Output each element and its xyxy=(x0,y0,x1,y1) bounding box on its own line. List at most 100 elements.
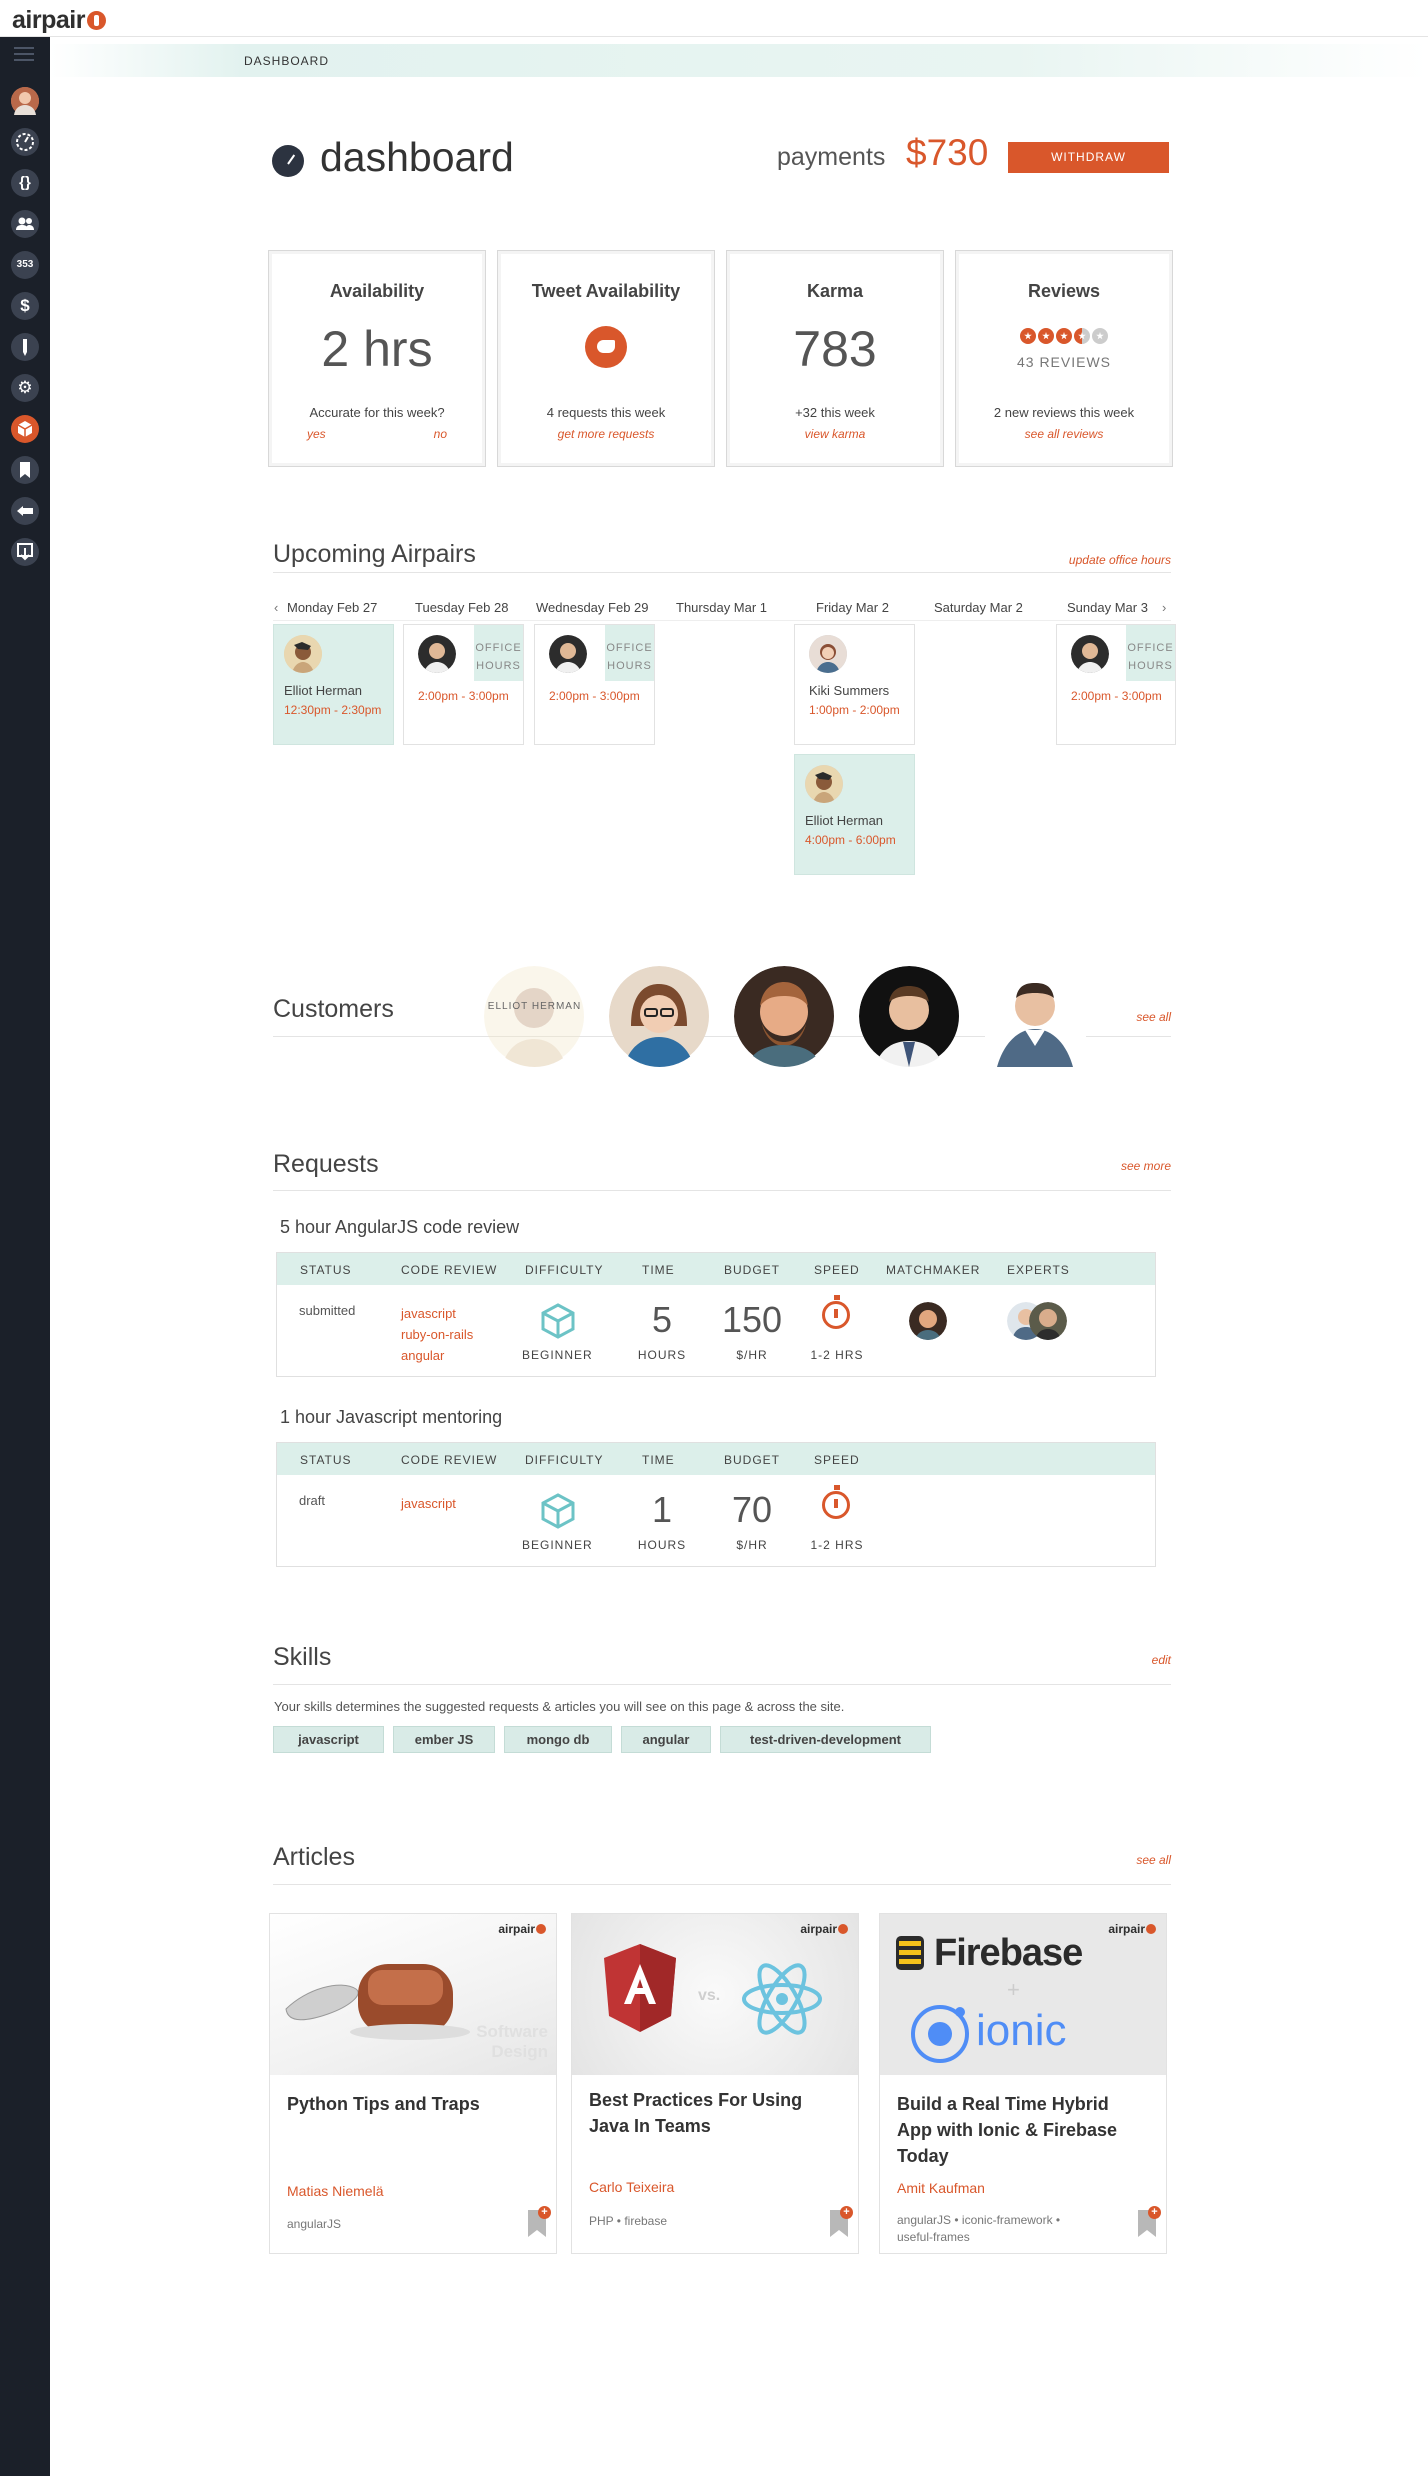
timer-icon xyxy=(822,1485,850,1519)
article-card[interactable]: Software Design airpair Python Tips and … xyxy=(269,1913,557,2254)
customer-avatar[interactable] xyxy=(734,966,835,1067)
badge-count[interactable]: 353 xyxy=(11,251,39,279)
dashboard-icon[interactable] xyxy=(11,128,39,156)
add-icon[interactable]: + xyxy=(538,2206,551,2219)
request-table[interactable]: STATUS CODE REVIEW DIFFICULTY TIME BUDGE… xyxy=(276,1442,1156,1567)
matchmaker-avatar[interactable] xyxy=(909,1302,947,1340)
airpair-slot[interactable]: Elliot Herman 12:30pm - 2:30pm xyxy=(273,624,394,745)
tag-link[interactable]: javascript xyxy=(401,1493,456,1514)
articles-see-all-link[interactable]: see all xyxy=(1100,1853,1171,1867)
chevron-right-icon[interactable]: › xyxy=(1162,600,1166,615)
card-title: Karma xyxy=(806,281,864,301)
menu-icon[interactable] xyxy=(14,47,34,61)
skill-tag[interactable]: mongo db xyxy=(504,1726,612,1753)
breadcrumb-bar: DASHBOARD xyxy=(50,44,1428,77)
twitter-icon[interactable] xyxy=(585,326,627,368)
day-label: Thursday Mar 1 xyxy=(676,600,768,615)
see-all-reviews-link[interactable]: see all reviews xyxy=(956,427,1172,441)
code-braces-icon[interactable]: {} xyxy=(11,169,39,197)
article-author[interactable]: Carlo Teixeira xyxy=(589,2179,674,2195)
table-row[interactable]: draft javascript BEGINNER 1 HOURS 70 $/H… xyxy=(277,1475,1155,1566)
tweet-availability-card: Tweet Availability 4 requests this week … xyxy=(497,250,715,467)
bookmark-icon[interactable] xyxy=(11,456,39,484)
back-icon[interactable] xyxy=(11,497,39,525)
card-subtitle: +32 this week xyxy=(795,405,875,420)
cube-icon[interactable] xyxy=(11,415,39,443)
skill-tag[interactable]: test-driven-development xyxy=(720,1726,931,1753)
card-title: Availability xyxy=(329,281,425,301)
article-title[interactable]: Python Tips and Traps xyxy=(287,2091,537,2117)
download-icon[interactable] xyxy=(11,538,39,566)
airpair-logo[interactable]: airpair xyxy=(12,6,106,35)
table-row[interactable]: submitted javascript ruby-on-rails angul… xyxy=(277,1285,1155,1376)
divider xyxy=(273,1884,1171,1885)
withdraw-button[interactable]: WITHDRAW xyxy=(1008,142,1169,173)
update-office-hours-link[interactable]: update office hours xyxy=(1030,553,1171,567)
column-header: CODE REVIEW xyxy=(401,1453,498,1467)
pen-icon[interactable] xyxy=(11,333,39,361)
column-header: TIME xyxy=(642,1263,675,1277)
airpair-slot[interactable]: Elliot Herman 4:00pm - 6:00pm xyxy=(794,754,915,875)
slot-time: 4:00pm - 6:00pm xyxy=(805,833,896,847)
karma-value: 783 xyxy=(793,321,877,377)
gear-icon[interactable]: ⚙ xyxy=(11,374,39,402)
airpair-slot[interactable]: Kiki Summers 1:00pm - 2:00pm xyxy=(794,624,915,745)
skill-tag[interactable]: ember JS xyxy=(393,1726,495,1753)
office-hours-slot[interactable]: OFFICE HOURS 2:00pm - 3:00pm xyxy=(1056,624,1176,745)
articles-title: Articles xyxy=(273,1843,355,1871)
timer-icon xyxy=(822,1295,850,1329)
request-tags: javascript ruby-on-rails angular xyxy=(401,1303,473,1366)
article-author[interactable]: Matias Niemelä xyxy=(287,2183,383,2199)
skill-tag[interactable]: angular xyxy=(621,1726,711,1753)
avatar[interactable] xyxy=(11,87,39,115)
view-karma-link[interactable]: view karma xyxy=(727,427,943,441)
no-link[interactable]: no xyxy=(434,427,447,441)
article-tags[interactable]: angularJS • iconic-framework • useful-fr… xyxy=(897,2212,1097,2246)
tag-link[interactable]: ruby-on-rails xyxy=(401,1324,473,1345)
airpair-logo: airpair xyxy=(800,1922,848,1936)
yes-link[interactable]: yes xyxy=(307,427,326,441)
article-title[interactable]: Best Practices For Using Java In Teams xyxy=(589,2087,839,2139)
customer-avatar[interactable] xyxy=(985,966,1086,1067)
office-hours-slot[interactable]: OFFICE HOURS 2:00pm - 3:00pm xyxy=(534,624,655,745)
request-title[interactable]: 5 hour AngularJS code review xyxy=(280,1217,519,1238)
divider xyxy=(273,1684,1171,1685)
article-card[interactable]: Firebase + ionic airpair Build a Real Ti… xyxy=(879,1913,1167,2254)
article-author[interactable]: Amit Kaufman xyxy=(897,2180,985,2196)
customers-title: Customers xyxy=(273,995,394,1023)
dollar-icon[interactable]: $ xyxy=(11,292,39,320)
column-header: DIFFICULTY xyxy=(525,1453,604,1467)
customers-see-all-link[interactable]: see all xyxy=(1100,1010,1171,1024)
skills-edit-link[interactable]: edit xyxy=(1100,1653,1171,1667)
expert-avatar[interactable] xyxy=(1029,1302,1067,1340)
article-title[interactable]: Build a Real Time Hybrid App with Ionic … xyxy=(897,2091,1147,2169)
requests-see-more-link[interactable]: see more xyxy=(1080,1159,1171,1173)
office-hours-slot[interactable]: OFFICE HOURS 2:00pm - 3:00pm xyxy=(403,624,524,745)
office-hours-label: OFFICE HOURS xyxy=(1126,625,1175,681)
request-title[interactable]: 1 hour Javascript mentoring xyxy=(280,1407,502,1428)
star-icon xyxy=(1020,328,1036,344)
budget-value: 150 xyxy=(721,1299,783,1340)
article-card[interactable]: vs. airpair Best Practices For Using Jav… xyxy=(571,1913,859,2254)
card-title: Tweet Availability xyxy=(531,281,681,301)
article-tags[interactable]: angularJS xyxy=(287,2216,517,2233)
add-icon[interactable]: + xyxy=(840,2206,853,2219)
tag-link[interactable]: angular xyxy=(401,1345,473,1366)
article-image: Firebase + ionic xyxy=(880,1914,1166,2075)
chevron-left-icon[interactable]: ‹ xyxy=(274,600,278,615)
customer-avatar[interactable] xyxy=(859,966,960,1067)
get-more-requests-link[interactable]: get more requests xyxy=(498,427,714,441)
add-icon[interactable]: + xyxy=(1148,2206,1161,2219)
slot-name: Kiki Summers xyxy=(809,683,890,698)
customer-avatar[interactable] xyxy=(484,966,585,1067)
skill-tag[interactable]: javascript xyxy=(273,1726,384,1753)
tag-link[interactable]: javascript xyxy=(401,1303,473,1324)
request-table[interactable]: STATUS CODE REVIEW DIFFICULTY TIME BUDGE… xyxy=(276,1252,1156,1377)
column-header: SPEED xyxy=(814,1453,860,1467)
slot-time: 12:30pm - 2:30pm xyxy=(284,703,382,717)
customer-avatar[interactable] xyxy=(609,966,710,1067)
article-tags[interactable]: PHP • firebase xyxy=(589,2213,819,2230)
time-unit: HOURS xyxy=(637,1348,687,1362)
users-icon[interactable] xyxy=(11,210,39,238)
breadcrumb[interactable]: DASHBOARD xyxy=(244,54,329,68)
